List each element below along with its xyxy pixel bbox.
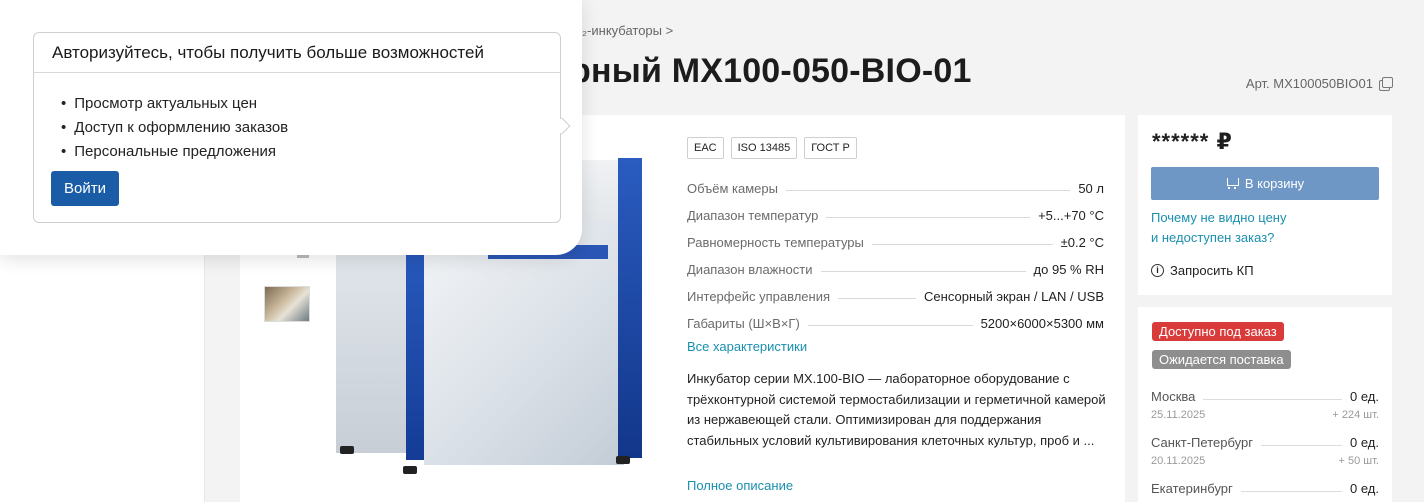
price: ****** ₽ — [1152, 129, 1233, 154]
status-badge-available-to-order: Доступно под заказ — [1152, 322, 1284, 341]
why-no-price-link[interactable]: Почему не видно цену и недоступен заказ? — [1151, 208, 1287, 248]
spec-label: Габариты (Ш×В×Г) — [687, 316, 800, 331]
add-to-cart-button[interactable]: В корзину — [1151, 167, 1379, 200]
product-description: Инкубатор серии MX.100-BIO — лабораторно… — [687, 371, 1106, 448]
auth-benefits-list: Просмотр актуальных цен Доступ к оформле… — [34, 73, 560, 164]
spec-label: Диапазон влажности — [687, 262, 813, 277]
login-button[interactable]: Войти — [51, 171, 119, 206]
product-image-trim-left — [406, 230, 426, 460]
stock-incoming: + 50 шт. — [1338, 455, 1379, 467]
certificate-badge: ISO 13485 — [730, 137, 798, 159]
spec-label: Интерфейс управления — [687, 289, 830, 304]
stock-qty: 0 ед. — [1350, 389, 1379, 404]
auth-popup-title: Авторизуйтесь, чтобы получить больше воз… — [34, 33, 560, 73]
breadcrumb[interactable]: ₂-инкубаторы > — [582, 23, 673, 38]
spec-list: Объём камеры 50 л Диапазон температур +5… — [687, 169, 1104, 331]
spec-row: Интерфейс управления Сенсорный экран / L… — [687, 277, 1104, 304]
product-thumbnail[interactable] — [264, 286, 310, 322]
spec-row: Равномерность температуры ±0.2 °C — [687, 223, 1104, 250]
add-to-cart-label: В корзину — [1244, 176, 1305, 191]
why-no-price-line2: и недоступен заказ? — [1151, 230, 1275, 245]
auth-benefit-item: Доступ к оформлению заказов — [61, 116, 560, 140]
spec-value: 5200×6000×5300 мм — [980, 316, 1104, 331]
product-image-foot — [403, 466, 417, 474]
spec-label: Объём камеры — [687, 181, 778, 196]
spec-leader — [826, 217, 1031, 218]
stock-leader — [1240, 491, 1343, 492]
spec-row: Габариты (Ш×В×Г) 5200×6000×5300 мм — [687, 304, 1104, 331]
article-text: Арт. MX100050BIO01 — [1245, 76, 1373, 91]
spec-value: 50 л — [1078, 181, 1104, 196]
cart-icon — [1226, 178, 1239, 189]
request-quote-label: Запросить КП — [1170, 263, 1254, 278]
stock-qty: 0 ед. — [1350, 435, 1379, 450]
spec-row: Объём камеры 50 л — [687, 169, 1104, 196]
stock-incoming: + 224 шт. — [1332, 409, 1379, 421]
auth-benefit-item: Персональные предложения — [61, 140, 560, 164]
product-image-foot — [340, 446, 354, 454]
page-title: рный MX100-050-BIO-01 — [570, 52, 972, 90]
spec-value: Сенсорный экран / LAN / USB — [924, 289, 1104, 304]
product-image-side — [336, 238, 416, 453]
all-specs-link[interactable]: Все характеристики — [687, 339, 807, 354]
stock-city: Санкт-Петербург — [1151, 435, 1253, 450]
stock-date: 20.11.2025 — [1151, 455, 1206, 467]
copy-icon[interactable] — [1379, 77, 1393, 91]
stock-date: 25.11.2025 — [1151, 409, 1206, 421]
stock-city: Москва — [1151, 389, 1196, 404]
spec-value: ±0.2 °C — [1060, 235, 1104, 250]
auth-benefit-item: Просмотр актуальных цен — [61, 92, 560, 116]
why-no-price-line1: Почему не видно цену — [1151, 210, 1287, 225]
status-badge-expected-delivery: Ожидается поставка — [1152, 350, 1291, 369]
product-image-foot — [616, 456, 630, 464]
spec-row: Диапазон влажности до 95 % RH — [687, 250, 1104, 277]
auth-popup-box: Авторизуйтесь, чтобы получить больше воз… — [33, 32, 561, 223]
stock-item: Санкт-Петербург 0 ед. 20.11.2025 + 50 шт… — [1151, 432, 1379, 478]
stock-list: Москва 0 ед. 25.11.2025 + 224 шт. Санкт-… — [1151, 386, 1379, 502]
spec-row: Диапазон температур +5...+70 °C — [687, 196, 1104, 223]
stock-item: Москва 0 ед. 25.11.2025 + 224 шт. — [1151, 386, 1379, 432]
auth-popup: Авторизуйтесь, чтобы получить больше воз… — [0, 0, 582, 255]
spec-label: Равномерность температуры — [687, 235, 864, 250]
spec-leader — [871, 244, 1053, 245]
info-icon: i — [1151, 264, 1164, 277]
spec-value: +5...+70 °C — [1038, 208, 1104, 223]
stock-item: Екатеринбург 0 ед. — [1151, 478, 1379, 502]
spec-leader — [838, 298, 917, 299]
full-description-link[interactable]: Полное описание — [687, 478, 793, 493]
spec-leader — [785, 190, 1071, 191]
spec-leader — [807, 325, 973, 326]
certificate-badges: EAC ISO 13485 ГОСТ Р — [687, 137, 857, 159]
stock-leader — [1260, 445, 1343, 446]
request-quote-button[interactable]: i Запросить КП — [1151, 263, 1254, 278]
spec-label: Диапазон температур — [687, 208, 819, 223]
stock-city: Екатеринбург — [1151, 481, 1233, 496]
stock-leader — [1203, 399, 1343, 400]
article-number: Арт. MX100050BIO01 — [1245, 76, 1393, 91]
spec-value: до 95 % RH — [1033, 262, 1104, 277]
spec-leader — [820, 271, 1026, 272]
product-image-trim-right — [618, 158, 642, 458]
certificate-badge: EAC — [687, 137, 724, 159]
stock-qty: 0 ед. — [1350, 481, 1379, 496]
certificate-badge: ГОСТ Р — [804, 137, 857, 159]
